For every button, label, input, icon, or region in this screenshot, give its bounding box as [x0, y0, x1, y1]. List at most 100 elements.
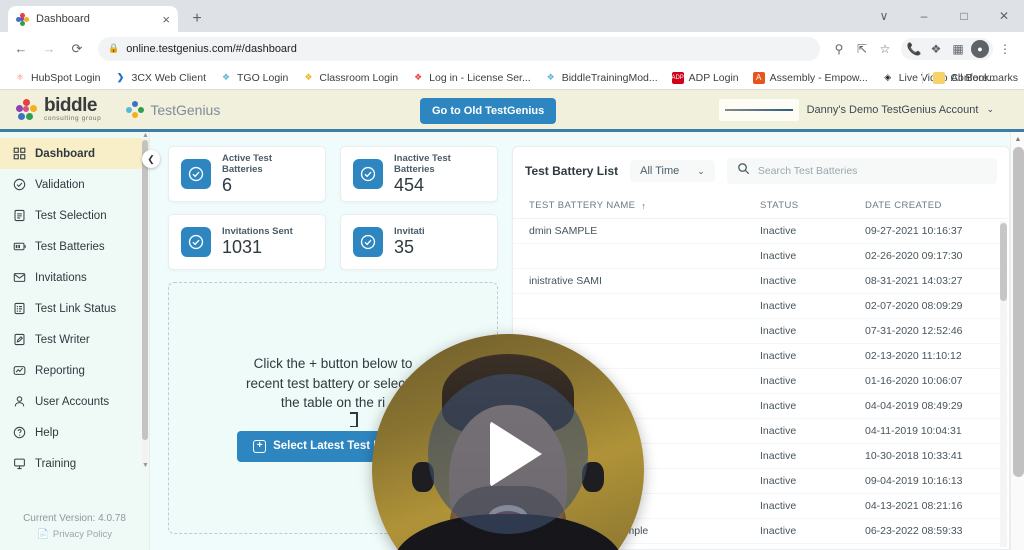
sidebar-item-training[interactable]: Training: [0, 448, 149, 479]
stat-value: 454: [394, 174, 425, 195]
testgenius-logo[interactable]: TestGenius: [125, 100, 220, 120]
pinwheel-icon: ❖: [304, 72, 313, 82]
sidebar-collapse-button[interactable]: ❮: [142, 150, 160, 168]
text-cursor: [350, 412, 358, 427]
cell-status: Inactive: [760, 500, 797, 512]
bookmark-adp[interactable]: ADP ADP Login: [666, 70, 745, 86]
version-label: Current Version: 4.0.78: [23, 513, 126, 524]
extensions-icon[interactable]: ❖: [925, 38, 947, 60]
battery-icon: [12, 240, 26, 254]
profile-icon[interactable]: ●: [969, 38, 991, 60]
chevron-down-icon[interactable]: ⌄: [986, 104, 994, 115]
search-test-batteries-wrapper[interactable]: [726, 158, 997, 184]
stat-card-invitations-partial[interactable]: Invitati 35: [340, 214, 498, 270]
cell-status: Inactive: [760, 350, 797, 362]
sidebar-item-invitations[interactable]: Invitations: [0, 262, 149, 293]
stat-label: Invitations Sent: [222, 226, 293, 238]
table-row[interactable]: inistrative SAMI Inactive 08-31-2021 14:…: [513, 269, 1009, 294]
table-row[interactable]: dmin SAMPLE Inactive 09-27-2021 10:16:37: [513, 219, 1009, 244]
sidebar-item-help[interactable]: Help: [0, 417, 149, 448]
column-header-name-label: TEST BATTERY NAME: [529, 200, 636, 211]
sidebar-scroll-down-icon[interactable]: ▼: [142, 462, 149, 469]
logo-group: biddle consulting group TestGenius: [16, 96, 220, 123]
privacy-policy-link[interactable]: 📄 Privacy Policy: [0, 529, 149, 540]
play-button[interactable]: [428, 373, 588, 534]
pinwheel-icon: [16, 12, 29, 26]
sidebar-item-user-accounts[interactable]: User Accounts: [0, 386, 149, 417]
star-icon[interactable]: ☆: [874, 38, 896, 60]
bookmark-3cx[interactable]: ❯ 3CX Web Client: [108, 70, 212, 86]
sidebar-item-test-batteries[interactable]: Test Batteries: [0, 231, 149, 262]
panel-title: Test Battery List: [525, 164, 619, 178]
go-to-old-testgenius-button[interactable]: Go to Old TestGenius: [420, 98, 557, 124]
adp-icon: ADP: [671, 71, 684, 84]
sidebar-item-validation[interactable]: Validation: [0, 169, 149, 200]
sidebar-item-dashboard[interactable]: Dashboard: [0, 138, 149, 169]
cell-date: 09-04-2019 10:16:13: [865, 475, 963, 487]
time-filter-dropdown[interactable]: All Time ⌄: [630, 160, 715, 182]
all-bookmarks-label: All Bookmarks: [950, 71, 1018, 84]
stat-card-inactive-test-batteries[interactable]: Inactive Test Batteries 454: [340, 146, 498, 202]
sidebar-item-label: Test Batteries: [35, 240, 105, 253]
table-scrollbar-thumb[interactable]: [1000, 223, 1007, 301]
bookmark-tgo[interactable]: ❖ TGO Login: [214, 70, 294, 86]
bookmark-label: BiddleTrainingMod...: [561, 71, 658, 84]
page-scrollbar-thumb[interactable]: [1013, 147, 1024, 477]
biddle-logo[interactable]: biddle consulting group: [16, 96, 101, 123]
new-tab-button[interactable]: +: [184, 6, 210, 32]
bookmark-hubspot[interactable]: ⚛ HubSpot Login: [8, 70, 106, 86]
sidebar-scroll-up-icon[interactable]: ▲: [142, 132, 149, 139]
bookmark-biddle-training[interactable]: ❖ BiddleTrainingMod...: [539, 70, 664, 86]
sidebar-item-test-writer[interactable]: Test Writer: [0, 324, 149, 355]
close-icon[interactable]: ×: [162, 13, 170, 26]
table-row[interactable]: Inactive 07-31-2020 12:52:46: [513, 319, 1009, 344]
table-row[interactable]: Inactive 02-26-2020 09:17:30: [513, 244, 1009, 269]
search-icon[interactable]: ⚲: [828, 38, 850, 60]
forward-icon[interactable]: →: [36, 36, 62, 62]
column-header-date-created[interactable]: DATE CREATED: [865, 200, 993, 211]
cell-status: Inactive: [760, 525, 797, 537]
sidebar-item-reporting[interactable]: Reporting: [0, 355, 149, 386]
chevron-down-icon: ⌄: [697, 165, 705, 176]
hubspot-icon: ⚛: [15, 72, 25, 82]
sidebar-item-test-link-status[interactable]: Test Link Status: [0, 293, 149, 324]
cell-date: 10-30-2018 10:33:41: [865, 450, 963, 462]
address-bar[interactable]: 🔒 online.testgenius.com/#/dashboard: [98, 36, 820, 61]
check-circle-icon: [353, 227, 383, 257]
sidebar-item-test-selection[interactable]: Test Selection: [0, 200, 149, 231]
sidebar-item-label: Invitations: [35, 271, 87, 284]
stat-card-active-test-batteries[interactable]: Active Test Batteries 6: [168, 146, 326, 202]
scroll-up-icon[interactable]: ▲: [1011, 132, 1024, 146]
maximize-icon[interactable]: □: [944, 0, 984, 32]
sidepanel-icon[interactable]: ▦: [947, 38, 969, 60]
table-row[interactable]: Inactive 02-07-2020 08:09:29: [513, 294, 1009, 319]
share-icon[interactable]: ⇱: [851, 38, 873, 60]
minimize-icon[interactable]: –: [904, 0, 944, 32]
minimize-group-icon[interactable]: ∨: [864, 0, 904, 32]
all-bookmarks-button[interactable]: All Bookmarks: [921, 71, 1018, 84]
bookmark-label: Classroom Login: [319, 71, 399, 84]
stat-row-bottom: Invitations Sent 1031 Invitati 35: [168, 214, 498, 270]
menu-icon[interactable]: ⋮: [994, 38, 1016, 60]
browser-tab-dashboard[interactable]: Dashboard ×: [8, 6, 178, 32]
bookmark-classroom[interactable]: ❖ Classroom Login: [296, 70, 404, 86]
page-scrollbar[interactable]: ▲ ▼: [1010, 132, 1024, 550]
sidebar-scrollbar-thumb[interactable]: [142, 140, 148, 440]
reload-icon[interactable]: ⟳: [64, 36, 90, 62]
cell-status: Inactive: [760, 325, 797, 337]
back-icon[interactable]: ←: [8, 36, 34, 62]
sidebar-scroll: Dashboard Validation Test Selection Test…: [0, 132, 149, 507]
bookmark-assembly[interactable]: A Assembly - Empow...: [747, 70, 874, 86]
column-header-name[interactable]: TEST BATTERY NAME ↑: [529, 200, 760, 211]
grid-icon: [12, 147, 26, 161]
bookmark-license-server[interactable]: ❖ Log in - License Ser...: [406, 70, 537, 86]
stat-card-invitations-sent[interactable]: Invitations Sent 1031: [168, 214, 326, 270]
search-input[interactable]: [757, 165, 987, 177]
column-header-status[interactable]: STATUS: [760, 200, 865, 211]
bookmark-label: 3CX Web Client: [131, 71, 206, 84]
chevron-right-icon: ❯: [116, 72, 125, 82]
phone-icon[interactable]: 📞: [903, 38, 925, 60]
close-window-icon[interactable]: ✕: [984, 0, 1024, 32]
account-menu[interactable]: Danny's Demo TestGenius Account ⌄: [718, 98, 994, 121]
sidebar-item-label: Test Link Status: [35, 302, 117, 315]
